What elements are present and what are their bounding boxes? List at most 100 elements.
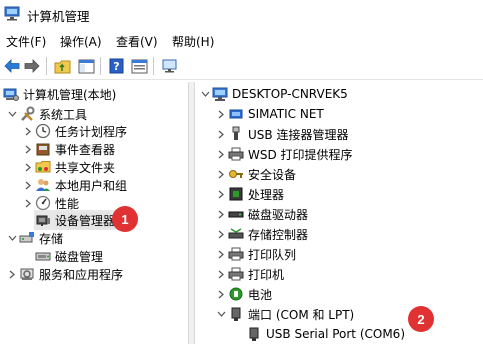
tree-disk-management-label: 磁盘管理 bbox=[55, 249, 104, 264]
device-category[interactable]: SIMATIC NET bbox=[215, 104, 324, 124]
svg-text:?: ? bbox=[113, 60, 119, 73]
window-title: 计算机管理 bbox=[27, 9, 90, 24]
computer-management-icon bbox=[4, 6, 21, 21]
disk-drive-icon bbox=[227, 206, 244, 223]
tree-device-manager-label: 设备管理器 bbox=[55, 211, 116, 229]
pane-splitter[interactable] bbox=[188, 82, 195, 344]
menu-action[interactable]: 操作(A) bbox=[60, 33, 102, 50]
shared-folder-icon bbox=[34, 159, 51, 176]
storage-controller-icon bbox=[227, 226, 244, 243]
device-category-label: 处理器 bbox=[248, 187, 285, 202]
chevron-right-icon[interactable] bbox=[215, 244, 227, 264]
chevron-down-icon[interactable] bbox=[215, 304, 227, 324]
title-bar: 计算机管理 bbox=[0, 0, 483, 30]
chevron-right-icon[interactable] bbox=[215, 264, 227, 284]
device-category-label: 磁盘驱动器 bbox=[248, 207, 309, 222]
chevron-right-icon[interactable] bbox=[22, 139, 34, 159]
tree-local-users-label: 本地用户和组 bbox=[55, 178, 128, 193]
back-arrow-icon[interactable] bbox=[2, 56, 22, 76]
annotation-badge-1: 1 bbox=[112, 206, 138, 232]
tree-event-viewer[interactable]: 事件查看器 bbox=[22, 139, 115, 159]
tree-services[interactable]: 服务和应用程序 bbox=[6, 264, 123, 284]
device-tree: DESKTOP-CNRVEK5 SIMATIC NET USB 连接器管理器 W… bbox=[195, 82, 483, 344]
menu-help[interactable]: 帮助(H) bbox=[172, 33, 214, 50]
chevron-right-icon[interactable] bbox=[22, 157, 34, 177]
properties-icon[interactable] bbox=[129, 56, 149, 76]
computer-icon bbox=[211, 86, 228, 103]
chevron-down-icon[interactable] bbox=[6, 104, 18, 124]
chevron-right-icon[interactable] bbox=[22, 121, 34, 141]
device-category[interactable]: 打印机 bbox=[215, 264, 284, 284]
port-icon bbox=[227, 306, 244, 323]
device-category-label: 安全设备 bbox=[248, 167, 297, 182]
device-computer[interactable]: DESKTOP-CNRVEK5 bbox=[199, 84, 348, 104]
tree-disk-management[interactable]: 磁盘管理 bbox=[34, 246, 103, 266]
tree-root[interactable]: 计算机管理(本地) bbox=[2, 84, 116, 104]
processor-icon bbox=[227, 186, 244, 203]
print-queue-icon bbox=[227, 246, 244, 263]
usb-icon bbox=[227, 126, 244, 143]
tree-local-users[interactable]: 本地用户和组 bbox=[22, 175, 127, 195]
disk-icon bbox=[34, 248, 51, 265]
annotation-badge-2: 2 bbox=[408, 306, 434, 332]
chevron-right-icon[interactable] bbox=[215, 184, 227, 204]
device-usb-serial-port-label: USB Serial Port (COM6) bbox=[266, 327, 405, 341]
forward-arrow-icon[interactable] bbox=[22, 56, 42, 76]
menu-view[interactable]: 查看(V) bbox=[116, 33, 158, 50]
battery-icon bbox=[227, 286, 244, 303]
device-category-label: 打印队列 bbox=[248, 247, 297, 262]
device-category[interactable]: USB 连接器管理器 bbox=[215, 124, 348, 144]
device-category[interactable]: 安全设备 bbox=[215, 164, 296, 184]
toolbar-separator bbox=[100, 57, 101, 75]
tree-task-scheduler[interactable]: 任务计划程序 bbox=[22, 121, 127, 141]
tree-services-label: 服务和应用程序 bbox=[39, 267, 124, 282]
device-category-ports[interactable]: 端口 (COM 和 LPT) bbox=[215, 304, 354, 324]
printer-icon bbox=[227, 146, 244, 163]
tree-shared-folders[interactable]: 共享文件夹 bbox=[22, 157, 115, 177]
performance-icon bbox=[34, 195, 51, 212]
chevron-right-icon[interactable] bbox=[215, 144, 227, 164]
device-category[interactable]: 处理器 bbox=[215, 184, 284, 204]
event-viewer-icon bbox=[34, 141, 51, 158]
chevron-right-icon[interactable] bbox=[215, 124, 227, 144]
chevron-right-icon[interactable] bbox=[6, 264, 18, 284]
device-category[interactable]: 电池 bbox=[215, 284, 272, 304]
toolbar-separator bbox=[153, 57, 154, 75]
network-icon bbox=[227, 106, 244, 123]
show-hide-tree-icon[interactable] bbox=[76, 56, 96, 76]
toolbar: ? bbox=[0, 53, 483, 80]
security-key-icon bbox=[227, 166, 244, 183]
device-category-label: WSD 打印提供程序 bbox=[248, 147, 353, 162]
tree-storage[interactable]: 存储 bbox=[6, 228, 63, 248]
tree-performance-label: 性能 bbox=[55, 196, 80, 211]
chevron-right-icon[interactable] bbox=[215, 204, 227, 224]
clock-icon bbox=[34, 123, 51, 140]
chevron-right-icon[interactable] bbox=[215, 284, 227, 304]
up-folder-icon[interactable] bbox=[52, 56, 72, 76]
help-icon[interactable]: ? bbox=[106, 56, 126, 76]
tree-system-tools-label: 系统工具 bbox=[39, 107, 88, 122]
device-category-label: 打印机 bbox=[248, 267, 285, 282]
device-category[interactable]: 打印队列 bbox=[215, 244, 296, 264]
device-category[interactable]: 存储控制器 bbox=[215, 224, 308, 244]
device-category-label: 电池 bbox=[248, 287, 273, 302]
menu-file[interactable]: 文件(F) bbox=[6, 33, 46, 50]
chevron-right-icon[interactable] bbox=[22, 175, 34, 195]
chevron-down-icon[interactable] bbox=[199, 84, 211, 104]
chevron-right-icon[interactable] bbox=[215, 104, 227, 124]
tree-device-manager[interactable]: 设备管理器 bbox=[34, 210, 118, 230]
monitor-icon[interactable] bbox=[159, 56, 179, 76]
toolbar-separator bbox=[46, 57, 47, 75]
navigation-tree: 计算机管理(本地) 系统工具 任务计划程序 事件查看器 共享文件夹 本地用户和组… bbox=[0, 82, 188, 344]
device-category[interactable]: 磁盘驱动器 bbox=[215, 204, 308, 224]
chevron-right-icon[interactable] bbox=[22, 193, 34, 213]
device-category[interactable]: WSD 打印提供程序 bbox=[215, 144, 353, 164]
device-category-label: 存储控制器 bbox=[248, 227, 309, 242]
chevron-down-icon[interactable] bbox=[6, 228, 18, 248]
chevron-right-icon[interactable] bbox=[215, 224, 227, 244]
device-category-ports-label: 端口 (COM 和 LPT) bbox=[248, 307, 355, 322]
device-usb-serial-port[interactable]: USB Serial Port (COM6) bbox=[245, 324, 405, 344]
chevron-right-icon[interactable] bbox=[215, 164, 227, 184]
device-manager-icon bbox=[34, 212, 51, 229]
tree-shared-folders-label: 共享文件夹 bbox=[55, 160, 116, 175]
